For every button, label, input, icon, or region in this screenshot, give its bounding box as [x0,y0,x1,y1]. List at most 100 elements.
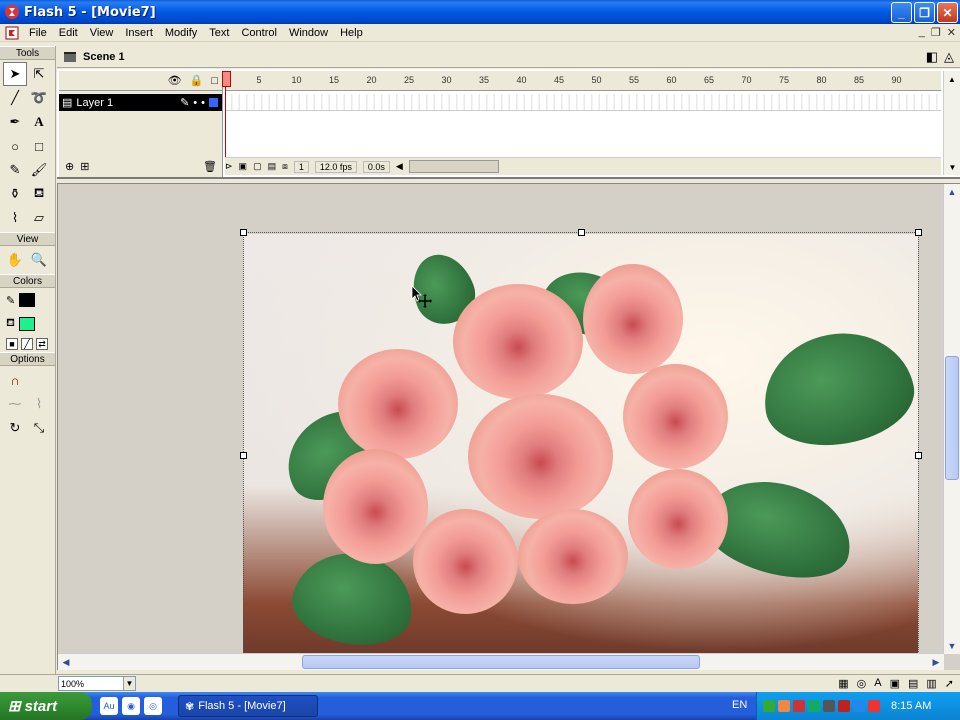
delete-layer-icon[interactable]: 🗑 [203,160,217,173]
dropper-tool-icon[interactable]: ⌇ [3,206,27,230]
center-frame-icon[interactable]: ⊳ [225,161,233,172]
tray-volume-icon[interactable] [823,700,835,712]
snap-magnet-icon[interactable]: ∩ [3,368,27,392]
scene-panel-icon[interactable]: ▥ [926,677,936,690]
add-layer-icon[interactable]: ⊕ [65,160,74,173]
doc-close-button[interactable]: ✕ [947,26,956,39]
visibility-dot-icon[interactable]: • [193,97,197,109]
ink-bottle-tool-icon[interactable]: ⚱ [3,182,27,206]
outline-icon[interactable]: □ [211,75,218,87]
tray-green-icon[interactable] [763,700,775,712]
eye-icon[interactable]: 👁 [168,74,182,87]
eraser-tool-icon[interactable]: ▱ [27,206,51,230]
timeline-h-scroll[interactable] [408,160,499,173]
stage-v-scroll-thumb[interactable] [945,356,959,480]
tray-network-icon[interactable] [808,700,820,712]
onion-markers-icon[interactable]: ⧈ [282,161,288,172]
menu-edit[interactable]: Edit [53,24,84,42]
lasso-tool-icon[interactable]: ➰ [27,86,51,110]
document-icon[interactable] [5,26,19,40]
menu-window[interactable]: Window [283,24,334,42]
lock-dot-icon[interactable]: • [201,97,205,109]
stage-h-scroll-thumb[interactable] [302,655,700,669]
hand-tool-icon[interactable]: ✋ [3,248,27,272]
browser-icon[interactable]: ◎ [144,697,162,715]
menu-modify[interactable]: Modify [159,24,203,42]
oval-tool-icon[interactable]: ○ [3,134,27,158]
layer-color-icon[interactable] [209,98,218,107]
stroke-color-swatch[interactable] [19,293,36,307]
mixer-icon[interactable]: ◎ [857,677,867,690]
rotate-icon[interactable]: ↻ [3,416,27,440]
bluetooth-icon[interactable] [853,700,865,712]
layer-frames[interactable] [225,94,941,111]
add-guide-layer-icon[interactable]: ⊞ [80,160,89,173]
character-icon[interactable]: A [874,677,881,690]
stage-scroll-down-icon[interactable]: ▼ [944,638,960,654]
pencil-tool-icon[interactable]: ✎ [3,158,27,182]
pen-tool-icon[interactable]: ✒ [3,110,27,134]
menu-insert[interactable]: Insert [119,24,159,42]
scroll-left-icon[interactable]: ◀ [396,161,403,172]
actions-icon[interactable]: ➚ [945,677,954,690]
tray-shield-icon[interactable] [793,700,805,712]
taskbar-flash-button[interactable]: ✾ Flash 5 - [Movie7] [178,695,318,717]
timeline-v-scroll[interactable]: ▲ ▼ [943,71,960,175]
stage-h-scroll[interactable]: ◀ ▶ [58,653,944,670]
tray-alert-icon[interactable] [838,700,850,712]
no-color-icon[interactable]: ╱ [21,338,33,350]
chevron-down-icon[interactable]: ▼ [123,677,135,690]
start-button[interactable]: ⊞ start [0,692,92,720]
edit-multiple-icon[interactable]: ▤ [268,161,277,172]
lock-icon[interactable]: 🔒 [190,74,204,87]
straighten-icon[interactable]: ⌇ [27,392,51,416]
stage-scroll-up-icon[interactable]: ▲ [944,184,960,200]
stage-scroll-left-icon[interactable]: ◀ [58,654,74,670]
edit-scene-icon[interactable]: ◬ [944,49,954,65]
chrome-icon[interactable]: ◉ [122,697,140,715]
audition-quicklaunch[interactable]: Au [100,697,118,715]
language-indicator[interactable]: EN [732,699,747,711]
library-icon[interactable]: ▤ [908,677,918,690]
default-colors-icon[interactable]: ■ [6,338,18,350]
tray-orange-icon[interactable] [778,700,790,712]
brush-tool-icon[interactable]: 🖌 [27,158,51,182]
edit-symbols-icon[interactable]: ◧ [926,49,938,65]
menu-file[interactable]: File [23,24,53,42]
frame-ruler[interactable]: 151015202530354045505560657075808590 [225,71,941,91]
rectangle-tool-icon[interactable]: □ [27,134,51,158]
instance-icon[interactable]: ▣ [890,677,900,690]
scroll-down-icon[interactable]: ▼ [944,159,960,175]
zoom-select[interactable]: 100% ▼ [58,676,136,691]
maximize-button[interactable]: ❐ [914,2,935,23]
stage-v-scroll[interactable]: ▲ ▼ [943,184,960,654]
swap-colors-icon[interactable]: ⇄ [36,338,48,350]
menu-control[interactable]: Control [235,24,282,42]
subselect-tool-icon[interactable]: ⇱ [27,62,51,86]
stage[interactable]: ▲ ▼ ◀ ▶ [57,183,960,670]
arrow-tool-icon[interactable]: ➤ [3,62,27,86]
onion-outline-icon[interactable]: ▢ [253,161,262,172]
menu-text[interactable]: Text [203,24,235,42]
scale-icon[interactable]: ⤡ [27,416,51,440]
onion-skin-icon[interactable]: ▣ [239,161,248,172]
text-tool-icon[interactable]: A [27,110,51,134]
info-panel-icon[interactable]: ▦ [838,677,848,690]
menu-view[interactable]: View [84,24,120,42]
tray-update-icon[interactable] [868,700,880,712]
zoom-tool-icon[interactable]: 🔍 [27,248,51,272]
fill-color-swatch[interactable] [19,317,35,331]
doc-minimize-button[interactable]: _ [919,26,925,39]
minimize-button[interactable]: _ [891,2,912,23]
stage-scroll-right-icon[interactable]: ▶ [928,654,944,670]
doc-restore-button[interactable]: ❐ [931,26,941,39]
playhead[interactable] [222,71,232,159]
menu-help[interactable]: Help [334,24,369,42]
scroll-up-icon[interactable]: ▲ [944,71,960,87]
roses-photo[interactable] [243,234,918,654]
line-tool-icon[interactable]: ╱ [3,86,27,110]
smooth-icon[interactable]: ⁓ [3,392,27,416]
paint-bucket-tool-icon[interactable]: ⛾ [27,182,51,206]
layer-row[interactable]: ▤ Layer 1 ✎ • • [59,94,222,111]
close-button[interactable]: ✕ [937,2,958,23]
